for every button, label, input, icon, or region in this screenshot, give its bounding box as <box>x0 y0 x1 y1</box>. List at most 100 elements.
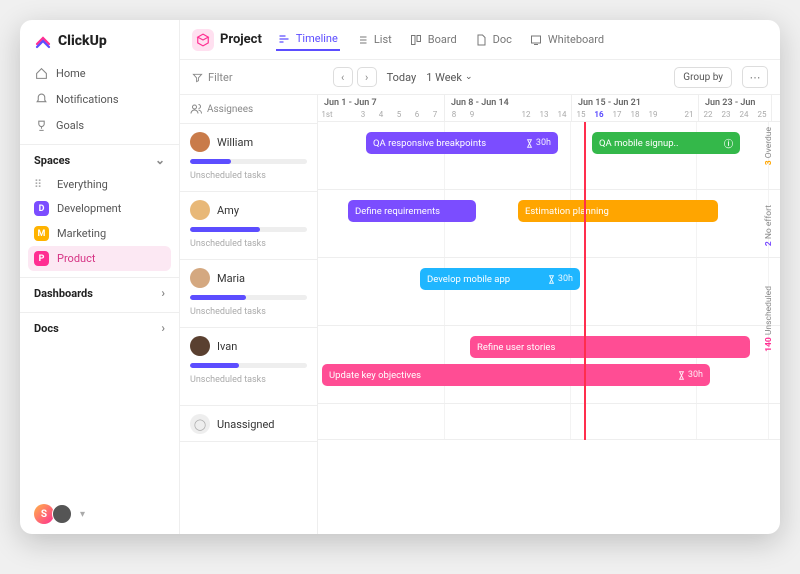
day-cell: 19 <box>644 110 662 121</box>
task-bar[interactable]: QA responsive breakpoints30h <box>366 132 558 154</box>
tab-timeline-label: Timeline <box>296 32 338 45</box>
filter-icon <box>192 72 203 83</box>
assignees-header[interactable]: Assignees <box>180 95 317 124</box>
avatar[interactable] <box>190 336 210 356</box>
tab-whiteboard-label: Whiteboard <box>548 33 604 46</box>
day-cell: 6 <box>408 110 426 121</box>
day-cell: 17 <box>608 110 626 121</box>
tab-board[interactable]: Board <box>408 29 459 50</box>
project-chip[interactable]: Project <box>192 29 262 51</box>
nav-home[interactable]: Home <box>20 60 179 86</box>
unscheduled-label: Unscheduled <box>764 286 774 335</box>
space-label: Development <box>57 202 121 215</box>
task-bar[interactable]: Estimation planning <box>518 200 718 222</box>
nav-goals[interactable]: Goals <box>20 112 179 138</box>
today-button[interactable]: Today <box>387 71 417 84</box>
day-cell: 5 <box>390 110 408 121</box>
assignee-name: Maria <box>217 272 245 285</box>
sidebar-item-everything[interactable]: ⠿ Everything <box>20 173 179 196</box>
dashboards-section-header[interactable]: Dashboards › <box>20 277 179 306</box>
assignee-row: William Unscheduled tasks <box>180 124 317 192</box>
group-by-button[interactable]: Group by <box>674 67 732 88</box>
timeline-row: Develop mobile app30h <box>318 258 780 326</box>
current-user-avatar[interactable]: S <box>34 504 54 524</box>
tab-doc[interactable]: Doc <box>473 29 514 50</box>
more-button[interactable]: ⋯ <box>742 66 768 88</box>
range-selector[interactable]: 1 Week ⌄ <box>426 71 472 84</box>
week-label: Jun 8 - Jun 14 <box>445 95 571 110</box>
user-avatar[interactable] <box>52 504 72 524</box>
tab-list[interactable]: List <box>354 29 394 50</box>
tab-whiteboard[interactable]: Whiteboard <box>528 29 606 50</box>
day-cell: 7 <box>426 110 444 121</box>
docs-section-header[interactable]: Docs › <box>20 312 179 341</box>
assignees-label: Assignees <box>207 104 253 115</box>
space-badge: D <box>34 201 49 216</box>
day-cell: 18 <box>626 110 644 121</box>
grid-icon: ⠿ <box>34 178 49 191</box>
prev-button[interactable]: ‹ <box>333 67 353 87</box>
task-label: Refine user stories <box>477 342 555 353</box>
footer-more[interactable]: ▾ <box>80 509 85 520</box>
overdue-label: Overdue <box>764 127 774 158</box>
assignee-name: William <box>217 136 253 149</box>
task-hours: 30h <box>547 274 573 284</box>
day-cell: 21 <box>680 110 698 121</box>
day-cell: 22 <box>699 110 717 121</box>
avatar[interactable] <box>190 268 210 288</box>
sidebar-item-development[interactable]: D Development <box>20 196 179 221</box>
filter-button[interactable]: Filter <box>192 71 233 84</box>
timeline-row <box>318 404 780 440</box>
nav-notifications[interactable]: Notifications <box>20 86 179 112</box>
spaces-section-header[interactable]: Spaces ⌄ <box>20 144 179 173</box>
day-cell: 14 <box>553 110 571 121</box>
trophy-icon <box>34 118 48 132</box>
task-bar[interactable]: Update key objectives30h <box>322 364 710 386</box>
unscheduled-tasks-label[interactable]: Unscheduled tasks <box>190 171 307 181</box>
timeline-row: Define requirements Estimation planning <box>318 190 780 258</box>
sidebar-item-product[interactable]: P Product <box>28 246 171 271</box>
day-cell: 24 <box>735 110 753 121</box>
nav-goals-label: Goals <box>56 119 84 132</box>
progress-bar <box>190 363 307 368</box>
task-hours: 30h <box>677 370 703 380</box>
board-icon <box>410 33 423 46</box>
space-label: Product <box>57 252 95 265</box>
unscheduled-tasks-label[interactable]: Unscheduled tasks <box>190 239 307 249</box>
no-effort-label: No effort <box>764 205 774 239</box>
timeline-row: Refine user stories Update key objectives… <box>318 326 780 404</box>
space-badge: P <box>34 251 49 266</box>
task-label: Estimation planning <box>525 206 609 217</box>
filter-label: Filter <box>208 71 233 84</box>
sidebar-item-marketing[interactable]: MMarketing <box>20 221 179 246</box>
space-label: Everything <box>57 178 108 191</box>
tab-timeline[interactable]: Timeline <box>276 28 340 51</box>
avatar[interactable] <box>190 132 210 152</box>
chevron-right-icon: › <box>161 321 165 335</box>
sidebar-footer: S ▾ <box>20 494 179 534</box>
app-logo[interactable]: ClickUp <box>20 20 179 60</box>
avatar[interactable] <box>190 200 210 220</box>
unassigned-icon: ◯ <box>190 414 210 434</box>
side-tab-no-effort[interactable]: 2 No effort <box>764 205 780 246</box>
range-label: 1 Week <box>426 71 462 84</box>
side-tab-unscheduled[interactable]: 140 Unscheduled <box>764 286 780 352</box>
unscheduled-tasks-label[interactable]: Unscheduled tasks <box>190 375 307 385</box>
nav-notifications-label: Notifications <box>56 93 119 106</box>
day-cell: 1st <box>318 110 336 121</box>
list-icon <box>356 33 369 46</box>
side-tab-overdue[interactable]: 3 Overdue <box>764 127 780 165</box>
task-bar[interactable]: Refine user stories <box>470 336 750 358</box>
spaces-label: Spaces <box>34 154 70 167</box>
day-cell: 4 <box>372 110 390 121</box>
next-button[interactable]: › <box>357 67 377 87</box>
hourglass-icon <box>525 139 534 148</box>
task-bar[interactable]: Define requirements <box>348 200 476 222</box>
timeline-icon <box>278 32 291 45</box>
progress-bar <box>190 227 307 232</box>
unscheduled-tasks-label[interactable]: Unscheduled tasks <box>190 307 307 317</box>
task-bar[interactable]: Develop mobile app30h <box>420 268 580 290</box>
task-bar[interactable]: QA mobile signup..ⓘ <box>592 132 740 154</box>
doc-icon <box>475 33 488 46</box>
docs-label: Docs <box>34 322 59 335</box>
